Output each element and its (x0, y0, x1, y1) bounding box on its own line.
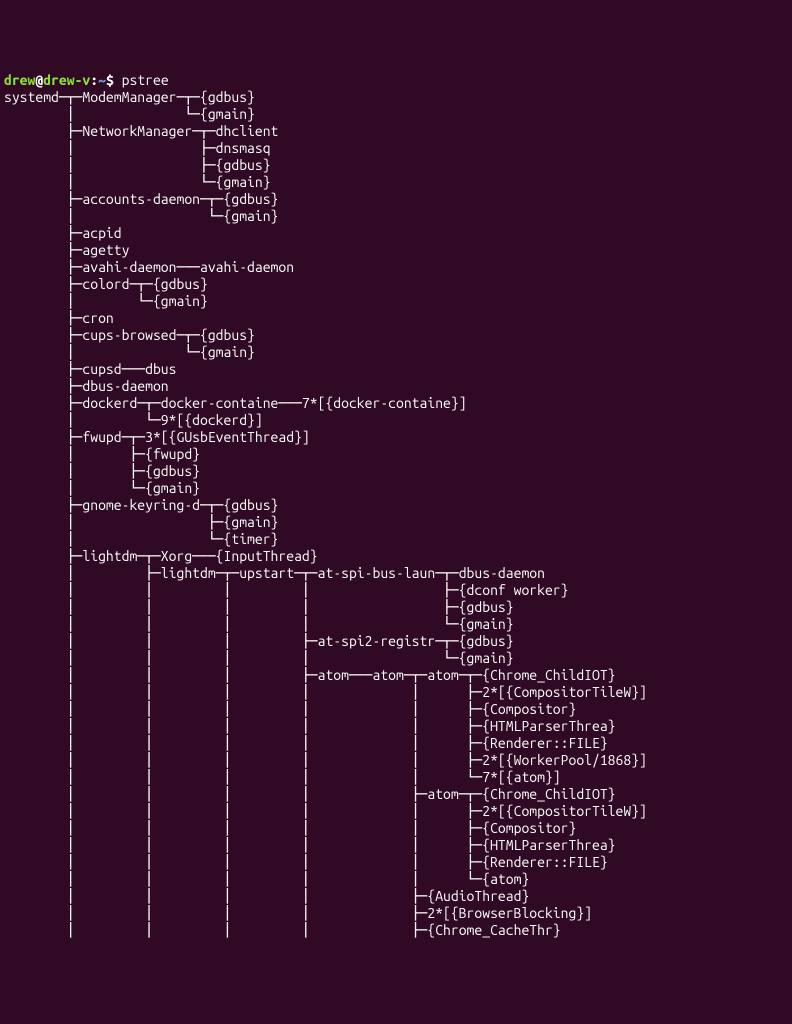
pstree-line: │ └─{gmain} (4, 480, 200, 496)
pstree-line: │ ├─{gdbus} (4, 157, 271, 173)
pstree-line: │ │ │ │ │ └─{atom} (4, 871, 529, 887)
pstree-line: │ │ │ │ │ ├─{Renderer::FILE} (4, 735, 608, 751)
pstree-line: systemd─┬─ModemManager─┬─{gdbus} (4, 89, 255, 105)
pstree-line: ├─acpid (4, 225, 122, 241)
pstree-line: │ │ │ │ │ ├─{Compositor} (4, 820, 576, 836)
pstree-line: │ │ │ │ │ ├─{Renderer::FILE} (4, 854, 608, 870)
pstree-line: ├─gnome-keyring-d─┬─{gdbus} (4, 497, 278, 513)
pstree-line: │ │ │ │ │ ├─2*[{WorkerPool/1868}] (4, 752, 647, 768)
pstree-line: ├─dockerd─┬─docker-containe───7*[{docker… (4, 395, 467, 411)
pstree-line: ├─cron (4, 310, 114, 326)
pstree-line: ├─fwupd─┬─3*[{GUsbEventThread}] (4, 429, 310, 445)
terminal-output: drew@drew-v:~$ pstree systemd─┬─ModemMan… (4, 72, 788, 939)
pstree-line: │ └─9*[{dockerd}] (4, 412, 263, 428)
pstree-line: ├─cups-browsed─┬─{gdbus} (4, 327, 255, 343)
pstree-line: ├─agetty (4, 242, 129, 258)
pstree-line: │ │ │ │ │ ├─2*[{CompositorTileW}] (4, 684, 647, 700)
pstree-line: │ └─{gmain} (4, 106, 255, 122)
pstree-line: │ ├─{gmain} (4, 514, 278, 530)
pstree-line: │ ├─dnsmasq (4, 140, 271, 156)
pstree-line: │ │ │ │ ├─{Chrome_CacheThr} (4, 922, 561, 938)
prompt-dollar: $ (106, 72, 122, 88)
pstree-line: ├─cupsd───dbus (4, 361, 176, 377)
pstree-line: ├─avahi-daemon───avahi-daemon (4, 259, 294, 275)
pstree-line: │ ├─lightdm─┬─upstart─┬─at-spi-bus-laun─… (4, 565, 545, 581)
pstree-line: │ │ │ ├─at-spi2-registr─┬─{gdbus} (4, 633, 514, 649)
pstree-line: │ │ │ │ │ └─7*[{atom}] (4, 769, 561, 785)
command-text: pstree (122, 72, 169, 88)
pstree-line: ├─lightdm─┬─Xorg───{InputThread} (4, 548, 318, 564)
pstree-line: │ │ │ │ │ ├─{HTMLParserThrea} (4, 837, 616, 853)
pstree-line: │ │ │ │ │ ├─{Compositor} (4, 701, 576, 717)
pstree-line: │ └─{timer} (4, 531, 278, 547)
pstree-line: │ ├─{gdbus} (4, 463, 200, 479)
pstree-line: │ │ │ │ ├─2*[{BrowserBlocking}] (4, 905, 592, 921)
pstree-line: │ │ │ │ ├─{gdbus} (4, 599, 514, 615)
pstree-line: │ │ │ │ ├─atom─┬─{Chrome_ChildIOT} (4, 786, 616, 802)
pstree-line: ├─colord─┬─{gdbus} (4, 276, 208, 292)
pstree-line: │ └─{gmain} (4, 174, 271, 190)
prompt-cwd: ~ (98, 72, 106, 88)
prompt-host: drew-v (43, 72, 90, 88)
prompt-user: drew (4, 72, 35, 88)
pstree-line: │ └─{gmain} (4, 208, 278, 224)
pstree-line: │ │ │ │ │ ├─2*[{CompositorTileW}] (4, 803, 647, 819)
pstree-line: │ │ │ │ ├─{AudioThread} (4, 888, 529, 904)
pstree-line: ├─dbus-daemon (4, 378, 169, 394)
pstree-line: │ │ │ │ └─{gmain} (4, 616, 514, 632)
pstree-line: ├─accounts-daemon─┬─{gdbus} (4, 191, 278, 207)
pstree-line: │ │ │ │ ├─{dconf worker} (4, 582, 568, 598)
pstree-line: ├─NetworkManager─┬─dhclient (4, 123, 278, 139)
pstree-line: │ │ │ ├─atom───atom─┬─atom─┬─{Chrome_Chi… (4, 667, 616, 683)
pstree-line: │ └─{gmain} (4, 293, 208, 309)
pstree-line: │ ├─{fwupd} (4, 446, 200, 462)
pstree-line: │ │ │ │ │ ├─{HTMLParserThrea} (4, 718, 616, 734)
pstree-line: │ └─{gmain} (4, 344, 255, 360)
pstree-line: │ │ │ │ └─{gmain} (4, 650, 514, 666)
prompt-colon: : (90, 72, 98, 88)
